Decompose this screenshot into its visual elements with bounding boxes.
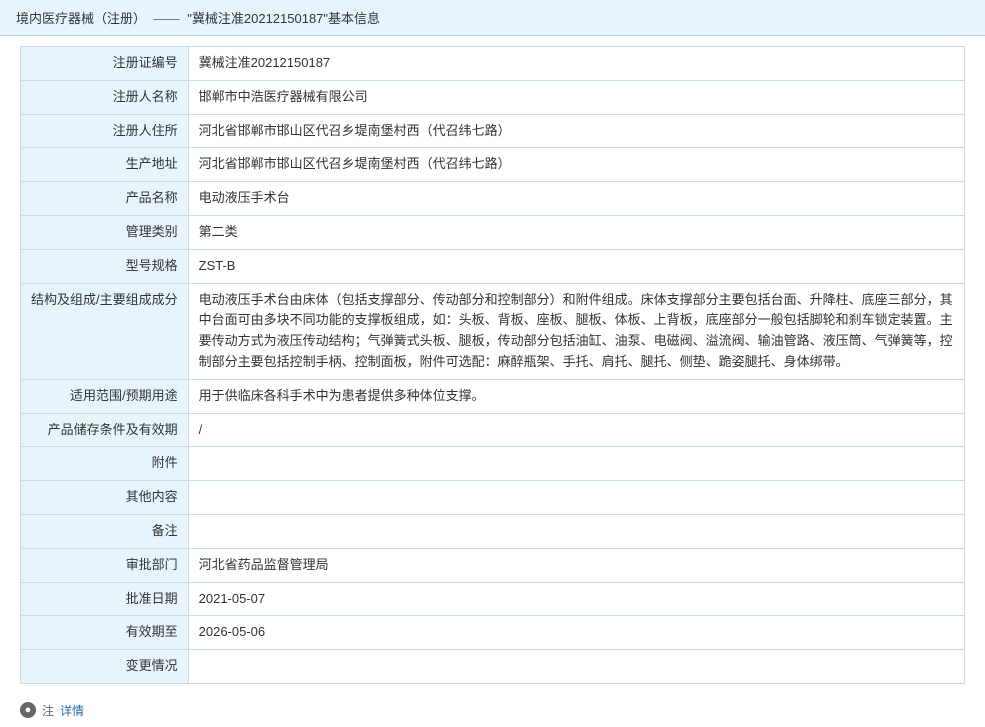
table-row: 型号规格ZST-B xyxy=(21,249,965,283)
table-row: 适用范围/预期用途用于供临床各科手术中为患者提供多种体位支撑。 xyxy=(21,379,965,413)
row-label: 生产地址 xyxy=(21,148,189,182)
table-row: 管理类别第二类 xyxy=(21,215,965,249)
table-row: 结构及组成/主要组成成分电动液压手术台由床体（包括支撑部分、传动部分和控制部分）… xyxy=(21,283,965,379)
row-label: 其他内容 xyxy=(21,481,189,515)
row-label: 备注 xyxy=(21,514,189,548)
row-value xyxy=(188,447,964,481)
table-row: 注册人住所河北省邯郸市邯山区代召乡堤南堡村西（代召纬七路） xyxy=(21,114,965,148)
table-row: 其他内容 xyxy=(21,481,965,515)
row-label: 变更情况 xyxy=(21,650,189,684)
breadcrumb-current: "冀械注准20212150187"基本信息 xyxy=(187,11,380,26)
row-value: 河北省药品监督管理局 xyxy=(188,548,964,582)
note-label: 注 xyxy=(42,702,54,719)
row-value: 邯郸市中浩医疗器械有限公司 xyxy=(188,80,964,114)
row-label: 型号规格 xyxy=(21,249,189,283)
table-row: 产品储存条件及有效期/ xyxy=(21,413,965,447)
table-row: 批准日期2021-05-07 xyxy=(21,582,965,616)
row-label: 管理类别 xyxy=(21,215,189,249)
row-value: ZST-B xyxy=(188,249,964,283)
table-row: 变更情况 xyxy=(21,650,965,684)
footer-note: ● 注 详情 xyxy=(0,694,985,727)
table-row: 审批部门河北省药品监督管理局 xyxy=(21,548,965,582)
note-icon: ● xyxy=(20,702,36,718)
table-row: 附件 xyxy=(21,447,965,481)
row-value: 电动液压手术台 xyxy=(188,182,964,216)
breadcrumb-separator: —— xyxy=(154,11,180,26)
row-value xyxy=(188,650,964,684)
table-row: 生产地址河北省邯郸市邯山区代召乡堤南堡村西（代召纬七路） xyxy=(21,148,965,182)
table-row: 有效期至2026-05-06 xyxy=(21,616,965,650)
table-row: 产品名称电动液压手术台 xyxy=(21,182,965,216)
row-label: 注册证编号 xyxy=(21,47,189,81)
row-value: 2026-05-06 xyxy=(188,616,964,650)
table-row: 注册证编号冀械注准20212150187 xyxy=(21,47,965,81)
row-label: 审批部门 xyxy=(21,548,189,582)
row-label: 注册人名称 xyxy=(21,80,189,114)
breadcrumb-part1: 境内医疗器械（注册） xyxy=(16,11,146,26)
row-value: 河北省邯郸市邯山区代召乡堤南堡村西（代召纬七路） xyxy=(188,114,964,148)
row-label: 结构及组成/主要组成成分 xyxy=(21,283,189,379)
row-value xyxy=(188,481,964,515)
row-label: 产品储存条件及有效期 xyxy=(21,413,189,447)
row-label: 附件 xyxy=(21,447,189,481)
row-label: 批准日期 xyxy=(21,582,189,616)
table-row: 注册人名称邯郸市中浩医疗器械有限公司 xyxy=(21,80,965,114)
row-label: 有效期至 xyxy=(21,616,189,650)
info-table: 注册证编号冀械注准20212150187注册人名称邯郸市中浩医疗器械有限公司注册… xyxy=(20,46,965,684)
row-label: 产品名称 xyxy=(21,182,189,216)
row-value xyxy=(188,514,964,548)
content-area: 注册证编号冀械注准20212150187注册人名称邯郸市中浩医疗器械有限公司注册… xyxy=(0,36,985,694)
row-value: 电动液压手术台由床体（包括支撑部分、传动部分和控制部分）和附件组成。床体支撑部分… xyxy=(188,283,964,379)
row-value: 第二类 xyxy=(188,215,964,249)
detail-link[interactable]: 详情 xyxy=(60,702,84,719)
row-value: 2021-05-07 xyxy=(188,582,964,616)
row-value: 河北省邯郸市邯山区代召乡堤南堡村西（代召纬七路） xyxy=(188,148,964,182)
row-label: 适用范围/预期用途 xyxy=(21,379,189,413)
table-row: 备注 xyxy=(21,514,965,548)
row-label: 注册人住所 xyxy=(21,114,189,148)
row-value: 冀械注准20212150187 xyxy=(188,47,964,81)
row-value: 用于供临床各科手术中为患者提供多种体位支撑。 xyxy=(188,379,964,413)
row-value: / xyxy=(188,413,964,447)
breadcrumb: 境内医疗器械（注册） —— "冀械注准20212150187"基本信息 xyxy=(0,0,985,36)
